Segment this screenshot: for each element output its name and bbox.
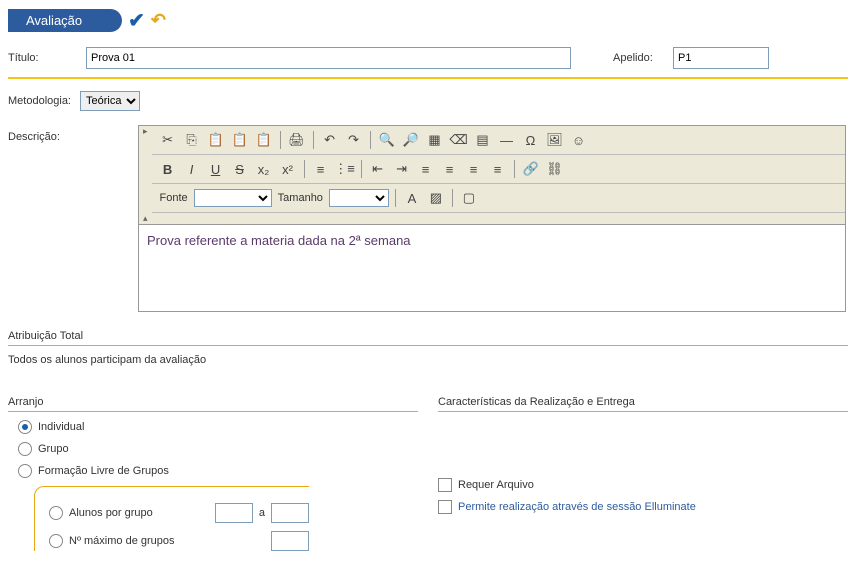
text-color-icon[interactable]: A [402,188,422,208]
clear-format-icon[interactable]: ⌫ [449,130,469,150]
arranjo-title: Arranjo [8,396,418,408]
radio-grupo[interactable] [18,442,32,456]
italic-icon[interactable]: I [182,159,202,179]
subscript-icon[interactable]: x₂ [254,159,274,179]
max-grupos-label: Nº máximo de grupos [69,535,175,547]
source-icon[interactable]: ▢ [459,188,479,208]
requer-arquivo-label: Requer Arquivo [458,479,534,491]
align-center-icon[interactable]: ≡ [440,159,460,179]
descricao-label: Descrição: [8,125,74,312]
permite-elluminate-label[interactable]: Permite realização através de sessão Ell… [458,501,696,513]
link-icon[interactable]: 🔗 [521,159,541,179]
max-grupos-input[interactable] [271,531,309,551]
atribuicao-text: Todos os alunos participam da avaliação [8,354,848,366]
ol-icon[interactable]: ≡ [311,159,331,179]
align-right-icon[interactable]: ≡ [464,159,484,179]
cut-icon[interactable]: ✂ [158,130,178,150]
radio-individual[interactable] [18,420,32,434]
align-left-icon[interactable]: ≡ [416,159,436,179]
undo-icon[interactable]: ↶ [151,10,166,31]
fonte-select[interactable] [194,189,272,207]
fonte-label: Fonte [158,192,190,204]
editor-content[interactable]: Prova referente a materia dada na 2ª sem… [139,224,845,311]
editor-toolbar-3: Fonte Tamanho A ▨ ▢ [152,184,845,213]
rich-editor: ▸ ✂ ⎘ 📋 📋 📋 🖨 ↶ ↷ 🔍 [138,125,846,312]
apelido-input[interactable] [673,47,769,69]
undo-toolbar-icon[interactable]: ↶ [320,130,340,150]
strike-icon[interactable]: S [230,159,250,179]
metodologia-label: Metodologia: [8,95,74,107]
titulo-label: Título: [8,52,74,64]
paste-icon[interactable]: 📋 [206,130,226,150]
print-icon[interactable]: 🖨 [287,130,307,150]
unlink-icon[interactable]: ⛓ [545,159,565,179]
redo-toolbar-icon[interactable]: ↷ [344,130,364,150]
table-icon[interactable]: ▤ [473,130,493,150]
tamanho-label: Tamanho [276,192,325,204]
apelido-label: Apelido: [613,52,661,64]
paste-text-icon[interactable]: 📋 [230,130,250,150]
radio-max-grupos[interactable] [49,534,63,548]
metodologia-select[interactable]: Teórica [80,91,140,111]
requer-arquivo-checkbox[interactable] [438,478,452,492]
radio-grupo-label: Grupo [38,443,69,455]
special-char-icon[interactable]: Ω [521,130,541,150]
replace-icon[interactable]: 🔎 [401,130,421,150]
tab-avaliacao: Avaliação [8,9,122,32]
indent-icon[interactable]: ⇥ [392,159,412,179]
radio-individual-label: Individual [38,421,84,433]
titulo-input[interactable] [86,47,571,69]
find-icon[interactable]: 🔍 [377,130,397,150]
caracteristicas-title: Características da Realização e Entrega [438,396,848,408]
align-justify-icon[interactable]: ≡ [488,159,508,179]
radio-alunos-por-grupo[interactable] [49,506,63,520]
alunos-min-input[interactable] [215,503,253,523]
bold-icon[interactable]: B [158,159,178,179]
hr-icon[interactable]: — [497,130,517,150]
permite-elluminate-checkbox[interactable] [438,500,452,514]
radio-formacao[interactable] [18,464,32,478]
select-all-icon[interactable]: ▦ [425,130,445,150]
collapse-icon[interactable]: ▸ [139,126,152,213]
superscript-icon[interactable]: x² [278,159,298,179]
outdent-icon[interactable]: ⇤ [368,159,388,179]
bg-color-icon[interactable]: ▨ [426,188,446,208]
radio-formacao-label: Formação Livre de Grupos [38,465,169,477]
editor-toolbar-1: ✂ ⎘ 📋 📋 📋 🖨 ↶ ↷ 🔍 🔎 ▦ ⌫ [152,126,845,155]
underline-icon[interactable]: U [206,159,226,179]
a-label: a [259,507,265,519]
smiley-icon[interactable]: ☺ [569,130,589,150]
image-icon[interactable]: 🖼 [545,130,565,150]
ul-icon[interactable]: ⋮≡ [335,159,355,179]
copy-icon[interactable]: ⎘ [182,130,202,150]
confirm-icon[interactable]: ✔ [128,8,145,33]
editor-toolbar-2: B I U S x₂ x² ≡ ⋮≡ ⇤ ⇥ ≡ ≡ ≡ [152,155,845,184]
tamanho-select[interactable] [329,189,389,207]
atribuicao-title: Atribuição Total [8,330,848,342]
alunos-por-grupo-label: Alunos por grupo [69,507,153,519]
collapse-bottom-icon[interactable]: ▴ [139,213,152,224]
paste-word-icon[interactable]: 📋 [254,130,274,150]
alunos-max-input[interactable] [271,503,309,523]
